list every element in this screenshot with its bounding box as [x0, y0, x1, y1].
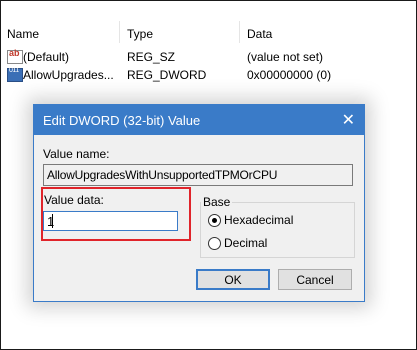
- list-header: Name Type Data: [1, 1, 416, 43]
- registry-editor-pane: Name Type Data ab (Default) REG_SZ (valu…: [0, 0, 417, 350]
- edit-dword-dialog: Edit DWORD (32-bit) Value ✕ Value name: …: [33, 104, 365, 302]
- radio-selected-dot: [212, 218, 217, 223]
- value-data-label: Value data:: [44, 193, 104, 207]
- value-data-input[interactable]: [43, 211, 178, 231]
- decimal-radio[interactable]: [208, 237, 221, 250]
- value-name: AllowUpgrades...: [23, 68, 114, 82]
- string-value-icon: ab: [7, 48, 23, 64]
- column-divider[interactable]: [239, 21, 240, 43]
- column-header-type[interactable]: Type: [127, 27, 153, 41]
- hexadecimal-label[interactable]: Hexadecimal: [224, 213, 293, 227]
- hexadecimal-radio[interactable]: [208, 214, 221, 227]
- value-name-label: Value name:: [43, 147, 110, 161]
- close-icon[interactable]: ✕: [342, 110, 355, 130]
- decimal-label[interactable]: Decimal: [224, 236, 267, 250]
- dialog-titlebar[interactable]: Edit DWORD (32-bit) Value ✕: [34, 105, 364, 135]
- column-header-data[interactable]: Data: [247, 27, 272, 41]
- cancel-button[interactable]: Cancel: [278, 269, 352, 290]
- dialog-title: Edit DWORD (32-bit) Value: [43, 113, 201, 128]
- list-item[interactable]: ab (Default) REG_SZ (value not set): [1, 48, 416, 65]
- list-item[interactable]: 011 AllowUpgrades... REG_DWORD 0x0000000…: [1, 67, 416, 83]
- text-caret: [52, 214, 53, 228]
- ok-button[interactable]: OK: [196, 269, 270, 290]
- value-data: 0x00000000 (0): [247, 68, 332, 82]
- value-type: REG_SZ: [127, 50, 176, 64]
- value-data: (value not set): [247, 50, 324, 64]
- base-label: Base: [201, 195, 233, 209]
- value-name-field: AllowUpgradesWithUnsupportedTPMOrCPU: [43, 164, 353, 186]
- value-type: REG_DWORD: [127, 68, 207, 82]
- value-name: (Default): [23, 50, 70, 64]
- value-name-text: AllowUpgradesWithUnsupportedTPMOrCPU: [47, 168, 278, 182]
- column-header-name[interactable]: Name: [7, 27, 39, 41]
- column-divider[interactable]: [119, 21, 120, 43]
- dword-value-icon: 011: [7, 67, 23, 82]
